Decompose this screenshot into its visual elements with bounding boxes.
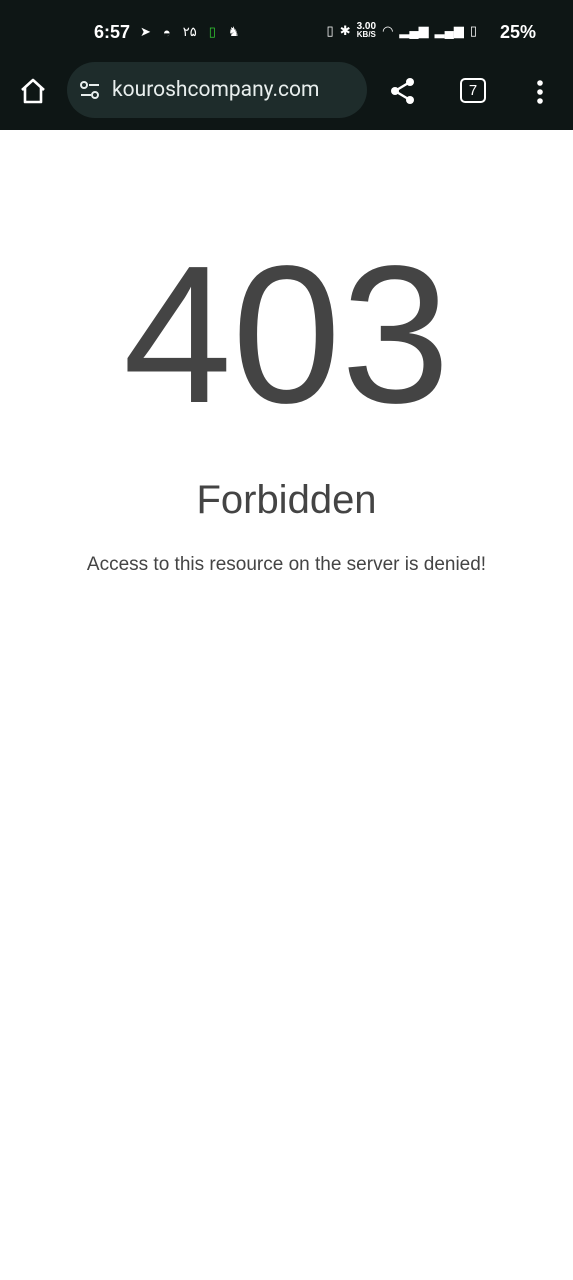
bluetooth-icon: ✱	[339, 23, 351, 38]
signal-icon: ▂▄▆	[399, 23, 429, 38]
error-title: Forbidden	[196, 478, 377, 522]
battery-icon: ▯	[469, 23, 477, 38]
signal-icon-2: ▂▄▆	[434, 23, 464, 38]
url-text[interactable]: kouroshcompany.com	[112, 78, 319, 102]
status-bar: 6:57 ➤ ◓ ۲۵ ▯ ♞ ▯ ✱ 3.00 KB/S ◠ ▂▄▆ ▂▄▆ ▯…	[0, 20, 573, 48]
tab-switcher-button[interactable]: 7	[460, 78, 486, 103]
battery-percent: 25%	[499, 22, 536, 42]
error-code: 403	[122, 225, 451, 444]
telegram-icon: ➤	[140, 24, 151, 39]
home-icon[interactable]	[18, 76, 48, 106]
error-message: Access to this resource on the server is…	[86, 554, 487, 575]
site-settings-icon[interactable]	[79, 80, 101, 100]
browser-chrome: 6:57 ➤ ◓ ۲۵ ▯ ♞ ▯ ✱ 3.00 KB/S ◠ ▂▄▆ ▂▄▆ ▯…	[0, 0, 573, 130]
notification-text: ۲۵	[182, 24, 197, 39]
app-icon: ♞	[227, 24, 240, 39]
share-icon[interactable]	[388, 76, 418, 106]
game-icon: ◓	[162, 24, 171, 40]
more-menu-icon[interactable]	[536, 79, 544, 105]
address-bar[interactable]: kouroshcompany.com	[67, 62, 367, 118]
net-unit: KB/S	[356, 30, 376, 39]
status-time: 6:57	[94, 22, 131, 42]
wifi-icon: ◠	[382, 23, 394, 38]
battery-app-icon: ▯	[208, 24, 216, 39]
vibrate-icon: ▯	[326, 23, 334, 38]
